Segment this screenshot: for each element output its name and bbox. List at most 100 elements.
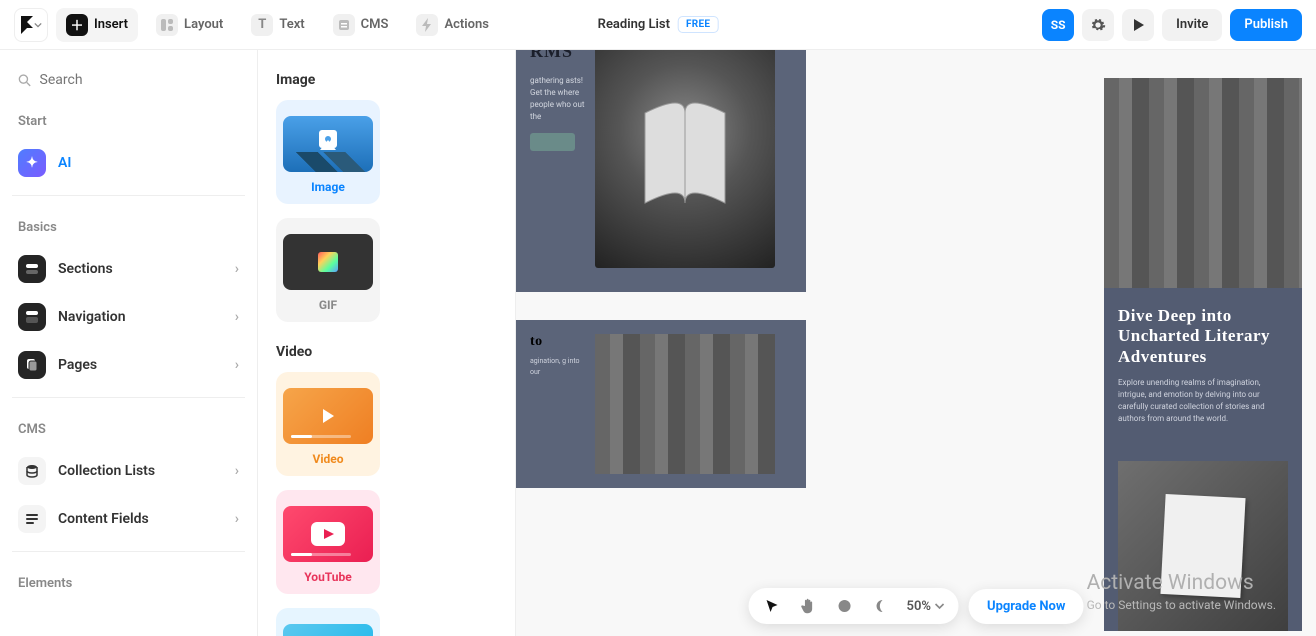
hero-cta-button[interactable]	[530, 133, 575, 151]
layout-icon	[156, 14, 178, 36]
phone-frame[interactable]: Dive Deep into Uncharted Literary Advent…	[1104, 78, 1302, 631]
divider	[12, 551, 245, 552]
project-name-label: Reading List	[598, 17, 670, 32]
framer-logo-icon	[21, 16, 33, 34]
gif-card-label: GIF	[319, 298, 337, 312]
bottom-toolbar: 50% Upgrade Now	[749, 588, 1084, 624]
gear-icon	[1090, 17, 1106, 33]
navigation-label: Navigation	[58, 309, 126, 325]
insert-vimeo-card[interactable]: Vimeo	[276, 608, 380, 636]
publish-button[interactable]: Publish	[1230, 9, 1302, 41]
play-icon	[323, 409, 334, 423]
section2-title: to	[530, 334, 585, 350]
settings-button[interactable]	[1082, 9, 1114, 41]
navigation-icon	[18, 303, 46, 331]
insert-label: Insert	[94, 17, 128, 32]
pages-icon	[18, 351, 46, 379]
publish-label: Publish	[1244, 17, 1288, 32]
hero-section: RMS gathering asts! Get the where people…	[516, 50, 806, 292]
image-card-label: Image	[311, 180, 345, 194]
cms-tool-button[interactable]: CMS	[323, 8, 399, 42]
search-icon	[18, 73, 32, 88]
actions-label: Actions	[444, 17, 489, 32]
image-thumb	[283, 116, 373, 172]
cursor-tool[interactable]	[763, 596, 783, 616]
zoom-control[interactable]: 50%	[907, 599, 945, 614]
preview-button[interactable]	[1122, 9, 1154, 41]
upgrade-button[interactable]: Upgrade Now	[969, 589, 1083, 624]
canvas-tools-pill: 50%	[749, 588, 959, 624]
plus-icon: ＋	[66, 14, 88, 36]
open-book-icon	[625, 83, 745, 223]
paper-note-icon	[1160, 494, 1245, 598]
invite-label: Invite	[1176, 17, 1208, 32]
divider	[12, 195, 245, 196]
sidebar-item-ai[interactable]: ✦ AI	[12, 139, 245, 187]
landscape-icon	[283, 152, 373, 172]
zoom-value: 50%	[907, 599, 931, 614]
canvas[interactable]: RMS gathering asts! Get the where people…	[516, 50, 1316, 636]
phone-secondary-image	[1118, 461, 1288, 631]
tablet-frame[interactable]: RMS gathering asts! Get the where people…	[516, 50, 806, 488]
sidebar-item-pages[interactable]: Pages ›	[12, 341, 245, 389]
text-tool-button[interactable]: T Text	[241, 8, 314, 42]
chevron-down-icon	[935, 601, 945, 611]
play-icon	[1131, 18, 1145, 32]
sidebar-item-sections[interactable]: Sections ›	[12, 245, 245, 293]
left-sidebar: Start ✦ AI Basics Sections › Navigation …	[0, 50, 258, 636]
section2-desc: agination, g into our	[530, 356, 585, 377]
app-menu-button[interactable]	[14, 8, 48, 42]
youtube-thumb	[283, 506, 373, 562]
gif-icon	[318, 252, 338, 272]
insert-image-card[interactable]: Image	[276, 100, 380, 204]
section-basics-heading: Basics	[12, 204, 245, 245]
search-input[interactable]	[40, 72, 239, 88]
top-right-group: SS Invite Publish	[1042, 9, 1302, 41]
layout-tool-button[interactable]: Layout	[146, 8, 233, 42]
bolt-icon	[416, 14, 438, 36]
chevron-right-icon: ›	[235, 261, 239, 277]
insert-tool-button[interactable]: ＋ Insert	[56, 8, 138, 42]
gif-thumb	[283, 234, 373, 290]
image-section-heading: Image	[276, 72, 497, 88]
sidebar-item-content-fields[interactable]: Content Fields ›	[12, 495, 245, 543]
layout-label: Layout	[184, 17, 223, 32]
list-icon	[18, 505, 46, 533]
hero-title-fragment: RMS	[530, 50, 585, 65]
top-bar: ＋ Insert Layout T Text CMS Actions Readi…	[0, 0, 1316, 50]
sections-label: Sections	[58, 261, 113, 277]
cms-label: CMS	[361, 17, 389, 32]
sparkle-icon: ✦	[18, 149, 46, 177]
youtube-icon	[311, 522, 345, 546]
section-start-heading: Start	[12, 98, 245, 139]
collection-lists-label: Collection Lists	[58, 463, 155, 479]
user-avatar[interactable]: SS	[1042, 9, 1074, 41]
phone-content: Dive Deep into Uncharted Literary Advent…	[1104, 288, 1302, 443]
image-card-grid: Image GIF	[276, 100, 497, 322]
project-title[interactable]: Reading List FREE	[598, 16, 719, 33]
insert-youtube-card[interactable]: YouTube	[276, 490, 380, 594]
sidebar-item-navigation[interactable]: Navigation ›	[12, 293, 245, 341]
cms-icon	[333, 14, 355, 36]
chevron-right-icon: ›	[235, 463, 239, 479]
video-card-grid: Video YouTube Vimeo	[276, 372, 497, 636]
video-card-label: Video	[312, 452, 343, 466]
video-section-heading: Video	[276, 344, 497, 360]
actions-tool-button[interactable]: Actions	[406, 8, 499, 42]
dark-mode-toggle[interactable]	[871, 596, 891, 616]
section-elements-heading: Elements	[12, 560, 245, 601]
invite-button[interactable]: Invite	[1162, 9, 1222, 41]
chevron-right-icon: ›	[235, 309, 239, 325]
insert-gif-card[interactable]: GIF	[276, 218, 380, 322]
insert-video-card[interactable]: Video	[276, 372, 380, 476]
comment-tool[interactable]	[835, 596, 855, 616]
chevron-right-icon: ›	[235, 357, 239, 373]
chevron-right-icon: ›	[235, 511, 239, 527]
progress-icon	[291, 553, 351, 556]
pages-label: Pages	[58, 357, 97, 373]
insert-panel: Image Image GIF Video	[258, 50, 516, 636]
sidebar-item-collection-lists[interactable]: Collection Lists ›	[12, 447, 245, 495]
youtube-card-label: YouTube	[304, 570, 352, 584]
progress-icon	[291, 435, 351, 438]
hand-tool[interactable]	[799, 596, 819, 616]
